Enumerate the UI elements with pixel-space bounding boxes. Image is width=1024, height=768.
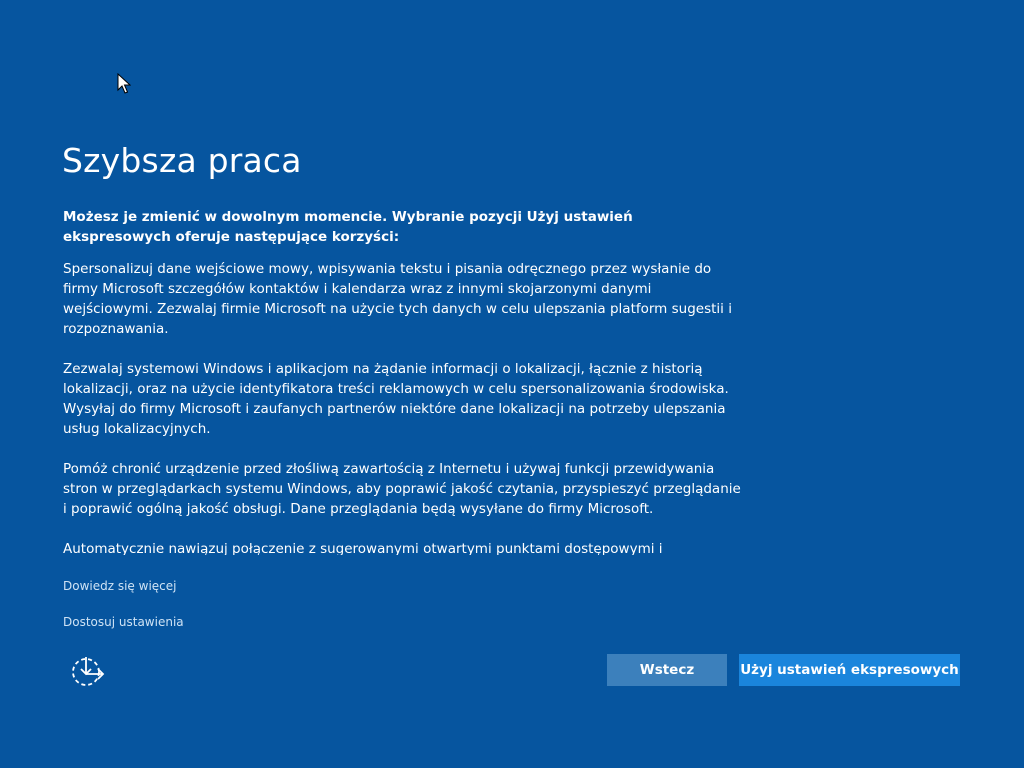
mouse-pointer-icon [117,73,131,94]
paragraph-browser-protection: Pomóż chronić urządzenie przed złośliwą … [63,461,741,517]
use-express-settings-button[interactable]: Użyj ustawień ekspresowych [739,654,960,686]
back-button[interactable]: Wstecz [607,654,727,686]
settings-description-scroll[interactable]: Spersonalizuj dane wejściowe mowy, wpisy… [63,259,743,555]
oobe-screen: Szybsza praca Możesz je zmienić w dowoln… [0,0,1024,768]
paragraph-location: Zezwalaj systemowi Windows i aplikacjom … [63,361,729,437]
ease-of-access-icon[interactable] [70,654,106,688]
paragraph-connectivity: Automatycznie nawiązuj połączenie z suge… [63,541,663,555]
page-title: Szybsza praca [62,141,302,180]
paragraph-personalization: Spersonalizuj dane wejściowe mowy, wpisy… [63,261,732,337]
intro-text: Możesz je zmienić w dowolnym momencie. W… [63,209,633,245]
customize-settings-link[interactable]: Dostosuj ustawienia [63,615,184,629]
learn-more-link[interactable]: Dowiedz się więcej [63,579,176,593]
